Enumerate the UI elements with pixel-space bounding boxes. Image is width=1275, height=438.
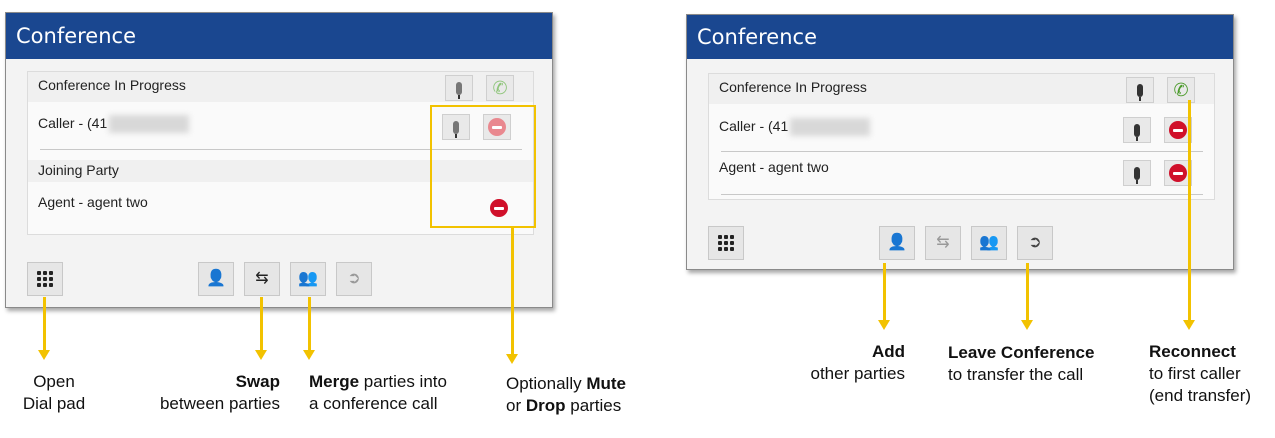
redacted-number <box>109 115 190 134</box>
drop-call-icon <box>1169 164 1187 182</box>
leave-conference-icon: ➲ <box>1028 234 1042 251</box>
right-dialpad-button[interactable] <box>708 226 744 260</box>
drop-call-icon <box>1169 121 1187 139</box>
right-agent-row: Agent - agent two <box>709 152 1214 194</box>
reconnect-arrowhead <box>1183 320 1195 330</box>
left-conference-mute-button[interactable] <box>445 75 473 101</box>
right-merge-button[interactable]: 👥 <box>971 226 1007 260</box>
phone-icon: ✆ <box>1173 80 1189 100</box>
swap-icon: ⇆ <box>936 234 950 251</box>
left-title-bar: Conference <box>6 13 552 59</box>
mute-drop-arrowhead <box>506 354 518 364</box>
merge-arrow-line <box>308 297 311 350</box>
right-caller-row: Caller - (41 <box>709 104 1214 151</box>
left-add-party-button[interactable]: 👤 <box>198 262 234 296</box>
right-conference-panel: Conference Conference In Progress ✆ Call… <box>686 14 1234 270</box>
right-title-bar: Conference <box>687 15 1233 59</box>
right-agent-mute-button[interactable] <box>1123 160 1151 186</box>
right-swap-button[interactable]: ⇆ <box>925 226 961 260</box>
dialpad-icon <box>37 271 53 287</box>
microphone-icon <box>456 81 462 99</box>
add-caption: Add other parties <box>810 342 906 383</box>
left-agent-label: Agent - agent two <box>38 194 148 210</box>
merge-icon: 👥 <box>979 234 999 251</box>
left-dialpad-button[interactable] <box>27 262 63 296</box>
microphone-icon <box>1137 83 1143 101</box>
mute-drop-caption: Optionally Mute or Drop parties <box>506 374 626 415</box>
right-agent-label: Agent - agent two <box>719 159 829 175</box>
right-conference-mute-button[interactable] <box>1126 77 1154 103</box>
right-status-heading: Conference In Progress <box>719 79 867 95</box>
reconnect-caption: Reconnect to first caller (end transfer) <box>1149 342 1252 405</box>
leave-caption: Leave Conference to transfer the call <box>948 343 1095 384</box>
swap-caption: Swap between parties <box>159 372 280 413</box>
mute-drop-arrow-line <box>511 228 514 354</box>
right-caller-mute-button[interactable] <box>1123 117 1151 143</box>
merge-arrowhead <box>303 350 315 360</box>
merge-caption: Merge parties into a conference call <box>309 372 447 413</box>
left-panel-title: Conference <box>16 24 137 48</box>
left-leave-conference-button[interactable]: ➲ <box>336 262 372 296</box>
phone-icon: ✆ <box>492 78 508 98</box>
add-party-icon: 👤 <box>887 234 907 251</box>
dialpad-caption: Open Dial pad <box>22 372 86 413</box>
microphone-icon <box>1134 123 1140 141</box>
right-row-divider-bottom <box>721 194 1203 195</box>
dialpad-icon <box>718 235 734 251</box>
swap-arrow-line <box>260 297 263 350</box>
right-leave-conference-button[interactable]: ➲ <box>1017 226 1053 260</box>
microphone-icon <box>1134 166 1140 184</box>
left-swap-button[interactable]: ⇆ <box>244 262 280 296</box>
left-merge-button[interactable]: 👥 <box>290 262 326 296</box>
add-arrow-line <box>883 263 886 320</box>
right-status-row: Conference In Progress ✆ <box>709 74 1214 104</box>
mute-drop-highlight <box>430 105 536 228</box>
right-panel-title: Conference <box>697 25 818 49</box>
reconnect-arrow-line <box>1188 100 1191 320</box>
right-caller-label: Caller - (41 <box>719 118 871 137</box>
dialpad-arrow-line <box>43 297 46 350</box>
merge-icon: 👥 <box>298 270 318 287</box>
right-add-party-button[interactable]: 👤 <box>879 226 915 260</box>
left-reconnect-button[interactable]: ✆ <box>486 75 514 101</box>
left-status-heading: Conference In Progress <box>38 77 186 93</box>
leave-conference-icon: ➲ <box>347 270 361 287</box>
redacted-number <box>790 118 871 137</box>
left-status-row: Conference In Progress ✆ <box>28 72 533 102</box>
swap-icon: ⇆ <box>255 270 269 287</box>
right-party-card: Conference In Progress ✆ Caller - (41 Ag… <box>708 73 1215 200</box>
swap-arrowhead <box>255 350 267 360</box>
add-party-icon: 👤 <box>206 270 226 287</box>
left-caller-label: Caller - (41 <box>38 115 190 134</box>
dialpad-arrowhead <box>38 350 50 360</box>
leave-arrowhead <box>1021 320 1033 330</box>
left-joining-heading: Joining Party <box>38 162 119 178</box>
add-arrowhead <box>878 320 890 330</box>
leave-arrow-line <box>1026 263 1029 320</box>
